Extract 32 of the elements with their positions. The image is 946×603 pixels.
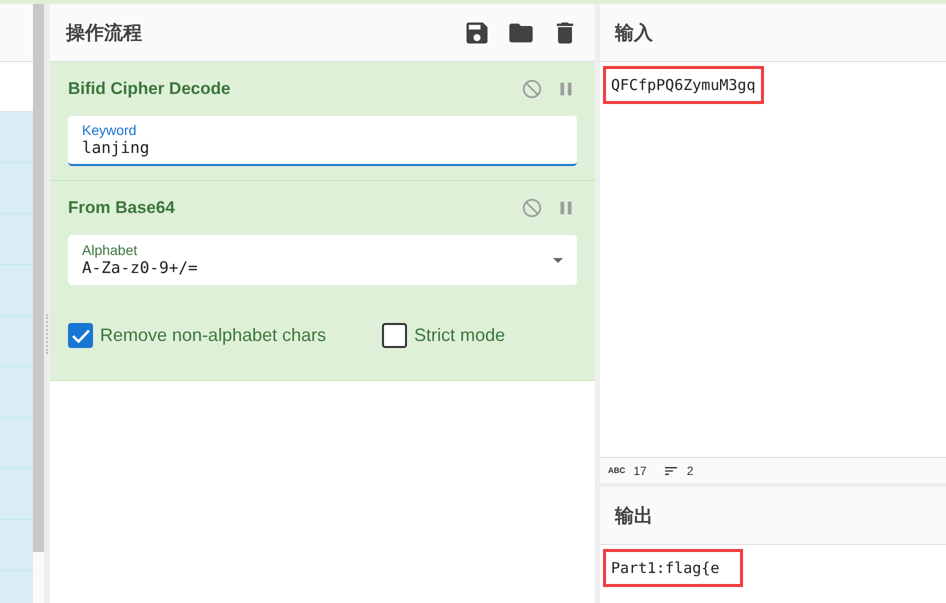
caret-icon bbox=[553, 258, 563, 262]
operation-title: Bifid Cipher Decode bbox=[68, 79, 232, 99]
checkbox-label: Remove non-alphabet chars bbox=[100, 325, 326, 346]
panel-title: 输出 bbox=[615, 504, 653, 528]
disable-icon[interactable] bbox=[521, 197, 543, 219]
checkbox[interactable] bbox=[68, 323, 93, 348]
operation-row[interactable] bbox=[0, 112, 33, 163]
operation-row[interactable] bbox=[0, 469, 33, 520]
stat-value: 17 bbox=[633, 464, 647, 478]
operation-row[interactable] bbox=[0, 163, 33, 214]
panel-title: 输入 bbox=[615, 22, 653, 46]
panel-header bbox=[0, 4, 33, 62]
check-icon bbox=[72, 328, 90, 342]
panel-title: 操作流程 bbox=[66, 22, 143, 46]
operation-row[interactable] bbox=[0, 520, 33, 571]
dropdown-field[interactable]: Alphabet A-Za-z0-9+/= bbox=[68, 235, 577, 285]
operation-row[interactable] bbox=[0, 418, 33, 469]
scrollbar-thumb[interactable] bbox=[33, 4, 44, 552]
operation-row[interactable] bbox=[0, 316, 33, 367]
resize-handle[interactable] bbox=[46, 314, 48, 354]
operation-title: From Base64 bbox=[68, 198, 176, 218]
operation-row[interactable] bbox=[0, 367, 33, 418]
output-text: Part1:flag{e bbox=[603, 549, 743, 587]
operation-row[interactable] bbox=[0, 214, 33, 265]
input-field[interactable]: Keyword lanjing bbox=[68, 116, 577, 166]
checkbox[interactable] bbox=[382, 323, 408, 348]
operation-row[interactable] bbox=[0, 265, 33, 316]
checkbox-label: Strict mode bbox=[414, 325, 506, 346]
stat-value: 2 bbox=[686, 464, 694, 478]
disable-icon[interactable] bbox=[521, 78, 543, 100]
length-icon: ABC bbox=[608, 466, 626, 475]
input-text[interactable]: QFCfpPQ6ZymuM3gq bbox=[603, 66, 764, 104]
